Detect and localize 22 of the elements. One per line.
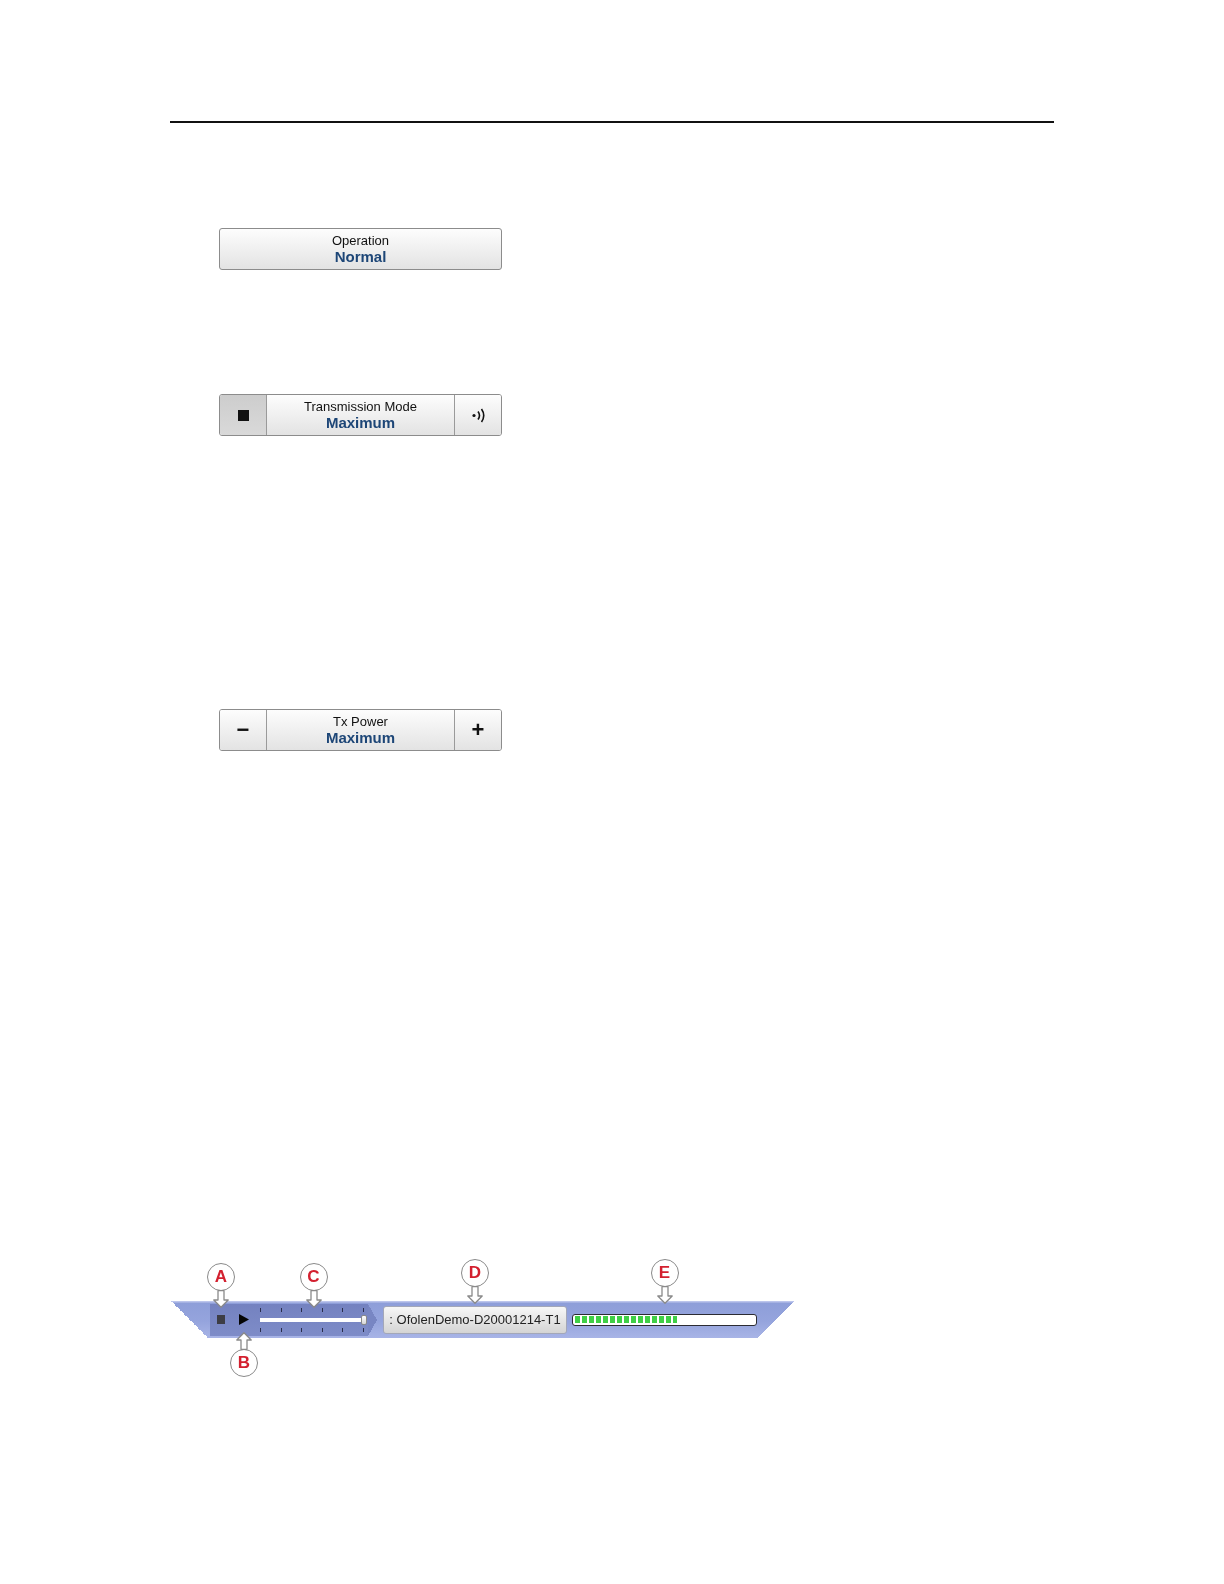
setting-button[interactable]: Operation Normal — [219, 228, 502, 270]
setting-button[interactable]: Tx Power Maximum — [267, 710, 454, 750]
callout-arrow — [467, 1286, 483, 1304]
file-button[interactable]: : OfolenDemo-D20001214-T1 — [383, 1305, 567, 1334]
callout-label: D — [461, 1259, 489, 1287]
callout-arrow — [236, 1331, 252, 1350]
callout-arrow — [305, 1289, 322, 1308]
minus-button[interactable]: − — [220, 710, 267, 750]
setting-button[interactable]: Transmission Mode Maximum — [267, 395, 454, 435]
callout-label: A — [207, 1262, 235, 1291]
callout-label: E — [650, 1259, 679, 1287]
callout-arrow — [213, 1289, 229, 1308]
broadcast-button[interactable] — [454, 395, 501, 435]
stop-icon — [237, 409, 249, 421]
play-icon[interactable] — [239, 1314, 249, 1325]
plus-button[interactable]: + — [454, 710, 501, 750]
callout-label: B — [230, 1348, 258, 1377]
stop-button[interactable] — [220, 395, 267, 435]
slider-thumb[interactable] — [361, 1314, 367, 1325]
callout-label: C — [299, 1262, 328, 1291]
radio-waves-icon — [471, 407, 485, 423]
callout-arrow — [656, 1286, 673, 1304]
